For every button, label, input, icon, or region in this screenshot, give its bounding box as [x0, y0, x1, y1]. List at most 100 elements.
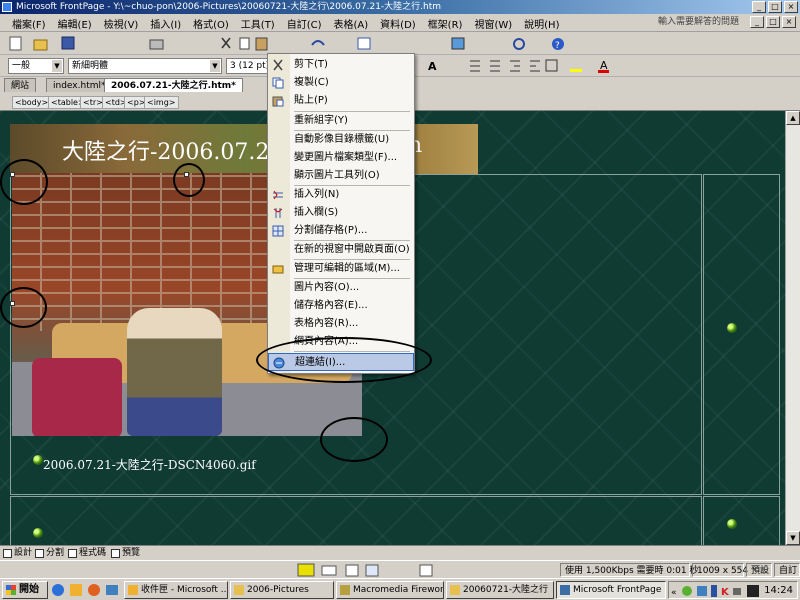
- menu-window[interactable]: 視窗(W): [474, 16, 512, 31]
- mobile-icon[interactable]: [711, 585, 717, 597]
- insert-picture-icon[interactable]: [451, 37, 465, 50]
- highlight-icon[interactable]: [570, 69, 582, 72]
- font-dropdown[interactable]: 新細明體 ▼: [68, 58, 222, 74]
- new-page-icon[interactable]: [9, 36, 22, 51]
- menu-item-table-properties[interactable]: 表格內容(R)...: [268, 315, 414, 333]
- menu-custom[interactable]: 自訂(C): [287, 16, 322, 31]
- html-compat-icon[interactable]: [297, 563, 315, 577]
- style-dropdown[interactable]: 一般 ▼: [8, 58, 64, 74]
- menu-item-cell-properties[interactable]: 儲存格內容(E)...: [268, 297, 414, 315]
- menu-item-show-picture-toolbar[interactable]: 顯示圖片工具列(O): [268, 167, 414, 185]
- clock[interactable]: 14:24: [764, 583, 793, 599]
- task-frontpage[interactable]: Microsoft FrontPage ...: [556, 581, 666, 599]
- menu-item-picture-properties[interactable]: 圖片內容(O)...: [268, 279, 414, 297]
- status-icons: [297, 563, 433, 577]
- firefox-icon[interactable]: [88, 584, 100, 596]
- menu-item-open-new-window[interactable]: 在新的視窗中開啟頁面(O): [268, 241, 414, 259]
- doc-close-button[interactable]: ×: [782, 16, 796, 28]
- antivirus-icon[interactable]: K: [721, 587, 730, 598]
- insert-table-icon[interactable]: [357, 37, 371, 50]
- menu-item-cut[interactable]: 剪下(T): [268, 56, 414, 74]
- minimize-button[interactable]: _: [752, 1, 766, 13]
- menu-edit[interactable]: 編輯(E): [58, 16, 92, 31]
- numbered-list-icon[interactable]: [470, 60, 480, 72]
- tab-index[interactable]: index.html*: [46, 78, 113, 92]
- increase-indent-icon[interactable]: [530, 60, 540, 72]
- task-fireworks[interactable]: Macromedia Firewor...: [336, 581, 444, 599]
- menu-item-insert-column[interactable]: 插入欄(S): [268, 204, 414, 222]
- view-tab-preview[interactable]: 預覽: [110, 547, 140, 560]
- volume-icon[interactable]: [733, 588, 741, 595]
- decrease-indent-icon[interactable]: [510, 60, 520, 72]
- menu-data[interactable]: 資料(D): [380, 16, 416, 31]
- menu-item-copy[interactable]: 複製(C): [268, 74, 414, 92]
- scroll-down-icon[interactable]: ▼: [786, 531, 800, 545]
- close-button[interactable]: ×: [784, 1, 798, 13]
- task-pictures-folder[interactable]: 2006-Pictures: [230, 581, 334, 599]
- fireworks-icon: [340, 585, 350, 595]
- menu-insert[interactable]: 插入(I): [150, 16, 181, 31]
- open-icon[interactable]: [33, 39, 48, 51]
- menu-item-change-picture-type[interactable]: 變更圖片檔案類型(F)...: [268, 149, 414, 167]
- tag-body[interactable]: <body>: [12, 96, 52, 109]
- help-question-box[interactable]: 輸入需要解答的問題: [658, 15, 758, 30]
- status-mode[interactable]: 預設: [746, 563, 772, 577]
- undo-icon[interactable]: [311, 40, 325, 46]
- ie-icon[interactable]: [52, 584, 64, 596]
- copy-icon[interactable]: [239, 37, 250, 50]
- tab-website[interactable]: 網站: [4, 78, 37, 92]
- start-button[interactable]: 開始: [2, 581, 48, 599]
- table-cell-bottom[interactable]: [10, 496, 702, 545]
- save-icon[interactable]: [61, 36, 75, 50]
- doc-restore-button[interactable]: □: [766, 16, 780, 28]
- borders-icon[interactable]: [545, 59, 558, 72]
- status-help-icon[interactable]: [419, 564, 433, 577]
- hyperlink-toolbar-icon[interactable]: [513, 38, 525, 50]
- tab-current-page[interactable]: 2006.07.21-大陸之行.htm*: [104, 78, 243, 92]
- print-icon[interactable]: [149, 39, 164, 50]
- menu-view[interactable]: 檢視(V): [104, 16, 139, 31]
- help-icon[interactable]: ?: [552, 38, 564, 51]
- menu-frames[interactable]: 框架(R): [428, 16, 463, 31]
- menu-item-paste[interactable]: 貼上(P): [268, 92, 414, 110]
- menu-item-insert-row[interactable]: 插入列(N): [268, 186, 414, 204]
- menu-file[interactable]: 檔案(F): [12, 16, 46, 31]
- menu-help[interactable]: 說明(H): [524, 16, 559, 31]
- doc-minimize-button[interactable]: _: [750, 16, 764, 28]
- input-method-icon[interactable]: [747, 585, 759, 597]
- tray-arrow-icon[interactable]: «: [671, 588, 677, 598]
- task-inbox[interactable]: 收件匣 - Microsoft ...: [124, 581, 228, 599]
- bulleted-list-icon[interactable]: [490, 60, 500, 72]
- task-trip-folder[interactable]: 20060721-大陸之行: [446, 581, 554, 599]
- menu-item-reconvert[interactable]: 重新組字(Y): [268, 112, 414, 130]
- menu-item-auto-thumbnail[interactable]: 自動影像目錄標籤(U): [268, 131, 414, 149]
- frontpage-app-icon[interactable]: [2, 2, 12, 12]
- outlook-icon[interactable]: [70, 584, 82, 596]
- tag-img[interactable]: <img>: [144, 96, 179, 109]
- menu-format[interactable]: 格式(O): [193, 16, 229, 31]
- view-tab-code[interactable]: 程式碼: [67, 547, 106, 560]
- table-cell-side[interactable]: [703, 174, 780, 495]
- maximize-button[interactable]: □: [768, 1, 782, 13]
- menu-item-manage-editable-regions[interactable]: 管理可編輯的區域(M)...: [268, 260, 414, 278]
- font-size-dropdown[interactable]: 3 (12 pt): [226, 58, 272, 74]
- grow-font-icon[interactable]: A: [428, 60, 437, 73]
- tasks-icon[interactable]: [345, 564, 359, 577]
- view-tab-design[interactable]: 設計: [2, 547, 32, 560]
- edit-icon[interactable]: [365, 564, 379, 577]
- keyboard-icon[interactable]: [321, 565, 337, 576]
- scroll-up-icon[interactable]: ▲: [786, 111, 800, 125]
- vertical-scrollbar[interactable]: ▲ ▼: [785, 111, 800, 545]
- view-tab-split[interactable]: 分割: [34, 547, 64, 560]
- menu-table[interactable]: 表格(A): [334, 16, 369, 31]
- paste-icon[interactable]: [255, 37, 268, 51]
- network-icon[interactable]: [697, 586, 707, 596]
- cut-icon[interactable]: [221, 37, 231, 49]
- font-color-icon[interactable]: A: [598, 59, 609, 73]
- msn-icon[interactable]: [682, 586, 692, 596]
- status-custom[interactable]: 自訂: [774, 563, 800, 577]
- menu-tools[interactable]: 工具(T): [241, 16, 275, 31]
- table-cell-bottom-side[interactable]: [703, 496, 780, 545]
- menu-item-split-cells[interactable]: 分割儲存格(P)...: [268, 222, 414, 240]
- show-desktop-icon[interactable]: [106, 585, 118, 595]
